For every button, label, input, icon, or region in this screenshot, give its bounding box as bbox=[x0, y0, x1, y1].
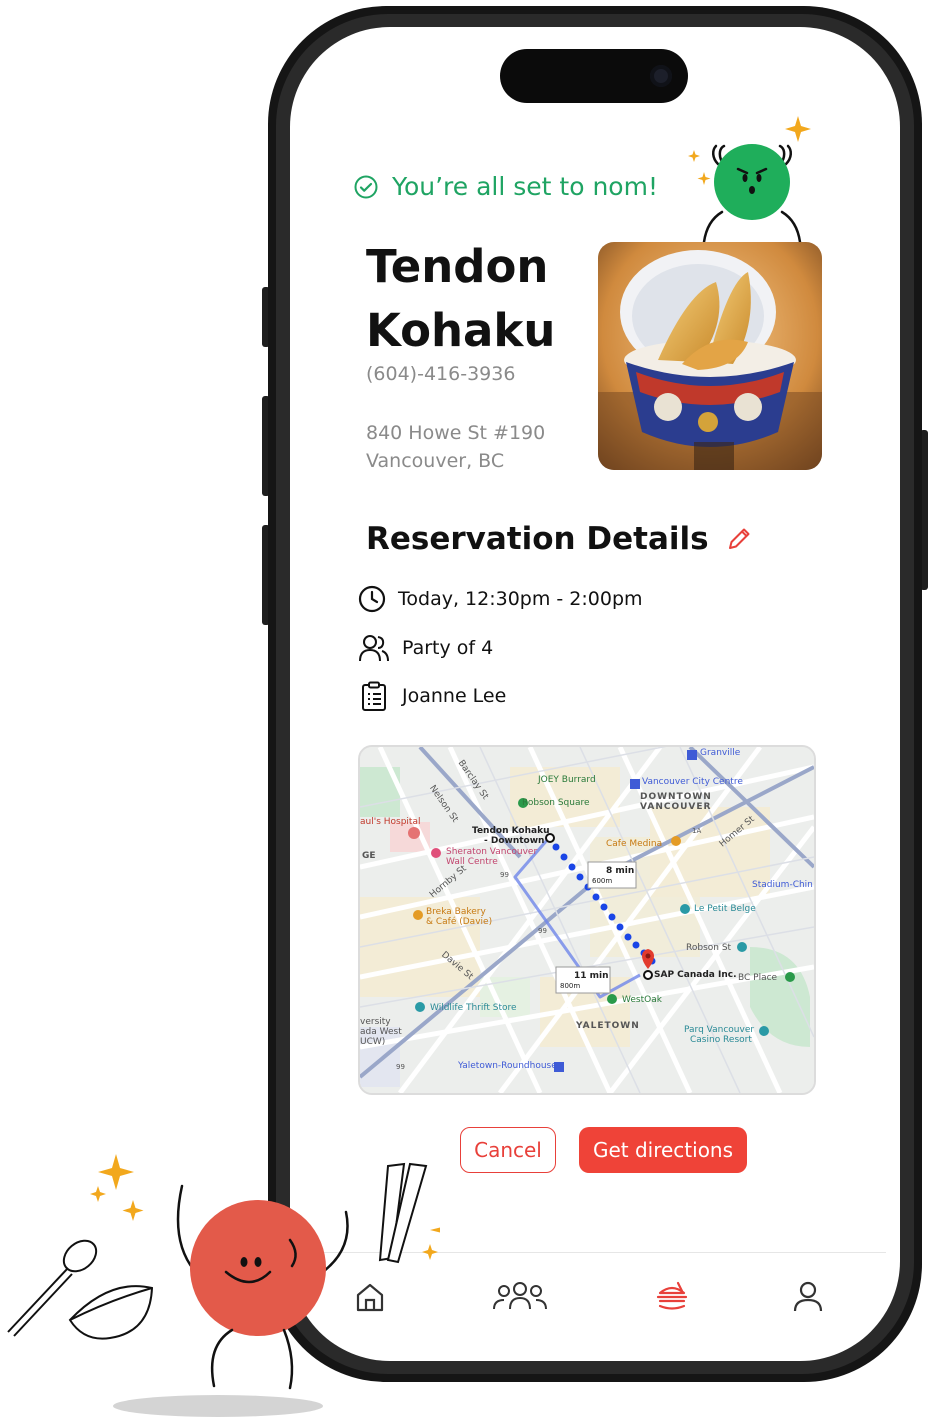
restaurant-address: 840 Howe St #190 Vancouver, BC bbox=[366, 419, 545, 475]
map-label-hwy99-b: 99 bbox=[538, 927, 547, 935]
reservation-name-row: Joanne Lee bbox=[358, 681, 506, 711]
restaurant-phone[interactable]: (604)-416-3936 bbox=[366, 363, 515, 385]
edit-pencil-icon[interactable] bbox=[725, 525, 753, 553]
restaurant-name: Tendon Kohaku bbox=[366, 235, 606, 363]
reservation-name: Joanne Lee bbox=[402, 685, 507, 707]
check-circle-icon bbox=[354, 175, 378, 198]
map-label-downtown: DOWNTOWN bbox=[640, 792, 712, 802]
map-label-parq-1: Parq Vancouver bbox=[684, 1025, 755, 1035]
map-label-joey: JOEY Burrard bbox=[538, 775, 596, 785]
map-label-roundhouse: Yaletown-Roundhouse bbox=[458, 1061, 557, 1071]
reservation-time: Today, 12:30pm - 2:00pm bbox=[398, 588, 643, 610]
camera-icon bbox=[650, 65, 672, 87]
restaurant-name-line2: Kohaku bbox=[366, 304, 556, 357]
map-label-stadium: Stadium-Chin bbox=[752, 880, 813, 890]
map-label-granville: Granville bbox=[700, 748, 741, 758]
restaurant-name-line1: Tendon bbox=[366, 240, 549, 293]
people-icon[interactable] bbox=[490, 1279, 550, 1315]
map-label-university-3: UCW) bbox=[360, 1037, 386, 1047]
map-label-westoak: WestOak bbox=[622, 995, 662, 1005]
reservation-details-heading: Reservation Details bbox=[366, 521, 753, 557]
map-label-pauls-hospital: aul's Hospital bbox=[360, 817, 421, 827]
map-label-ge: GE bbox=[362, 851, 376, 861]
address-line2: Vancouver, BC bbox=[366, 450, 505, 472]
map-label-sheraton-1: Sheraton Vancouver bbox=[446, 847, 538, 857]
map-label-cafe-medina: Cafe Medina bbox=[606, 839, 663, 849]
people-icon bbox=[359, 635, 389, 662]
success-message: You’re all set to nom! bbox=[354, 172, 658, 201]
map-label-hwy1a: 1A bbox=[692, 827, 702, 835]
address-line1: 840 Howe St #190 bbox=[366, 422, 546, 444]
map-label-walk2-time: 11 min bbox=[574, 971, 609, 981]
green-mascot-illustration bbox=[688, 116, 811, 244]
tendon-bowl-image bbox=[598, 242, 822, 470]
dynamic-island bbox=[500, 49, 688, 103]
red-mascot-illustration bbox=[7, 1154, 440, 1417]
cancel-button[interactable]: Cancel bbox=[460, 1127, 556, 1173]
map-label-walk1-dist: 600m bbox=[592, 877, 613, 885]
map-label-tendon-downtown: - Downtown bbox=[484, 836, 545, 846]
map-label-vancouver: VANCOUVER bbox=[640, 802, 712, 812]
map-label-parq-2: Casino Resort bbox=[690, 1035, 752, 1045]
map-label-bc-place: BC Place bbox=[738, 973, 778, 983]
profile-icon[interactable] bbox=[788, 1279, 828, 1315]
map-label-robson-square: Robson Square bbox=[522, 798, 590, 808]
map-label-breka-2: & Café (Davie) bbox=[426, 917, 493, 927]
success-text: You’re all set to nom! bbox=[392, 172, 658, 201]
map-label-petit-belge: Le Petit Belge bbox=[694, 904, 756, 914]
map-label-walk2-dist: 800m bbox=[560, 982, 581, 990]
reservation-food-icon[interactable] bbox=[652, 1279, 692, 1315]
map-label-robson-st: Robson St bbox=[686, 943, 732, 953]
map-label-breka-1: Breka Bakery bbox=[426, 907, 486, 917]
get-directions-button[interactable]: Get directions bbox=[579, 1127, 747, 1173]
map-label-sheraton-2: Wall Centre bbox=[446, 857, 498, 867]
route-map[interactable]: Granville JOEY Burrard Vancouver City Ce… bbox=[358, 745, 816, 1095]
reservation-details-title: Reservation Details bbox=[366, 521, 709, 557]
reservation-time-row: Today, 12:30pm - 2:00pm bbox=[358, 585, 643, 613]
map-label-hwy99-a: 99 bbox=[500, 871, 509, 879]
map-label-university-2: ada West bbox=[360, 1027, 402, 1037]
map-label-sap: SAP Canada Inc. bbox=[654, 970, 737, 980]
map-label-tendon-kohaku: Tendon Kohaku bbox=[472, 826, 550, 836]
map-label-university-1: versity bbox=[360, 1017, 391, 1027]
map-label-yaletown: YALETOWN bbox=[576, 1021, 640, 1031]
reservation-party-row: Party of 4 bbox=[358, 633, 493, 663]
map-label-wildlife: Wildlife Thrift Store bbox=[430, 1003, 517, 1013]
restaurant-photo bbox=[598, 242, 822, 470]
map-label-walk1-time: 8 min bbox=[606, 866, 635, 876]
map-label-hwy99-c: 99 bbox=[396, 1063, 405, 1071]
map-label-vcc: Vancouver City Centre bbox=[642, 777, 743, 787]
clock-icon bbox=[358, 585, 386, 613]
reservation-party: Party of 4 bbox=[402, 637, 494, 659]
clipboard-icon bbox=[362, 681, 386, 711]
